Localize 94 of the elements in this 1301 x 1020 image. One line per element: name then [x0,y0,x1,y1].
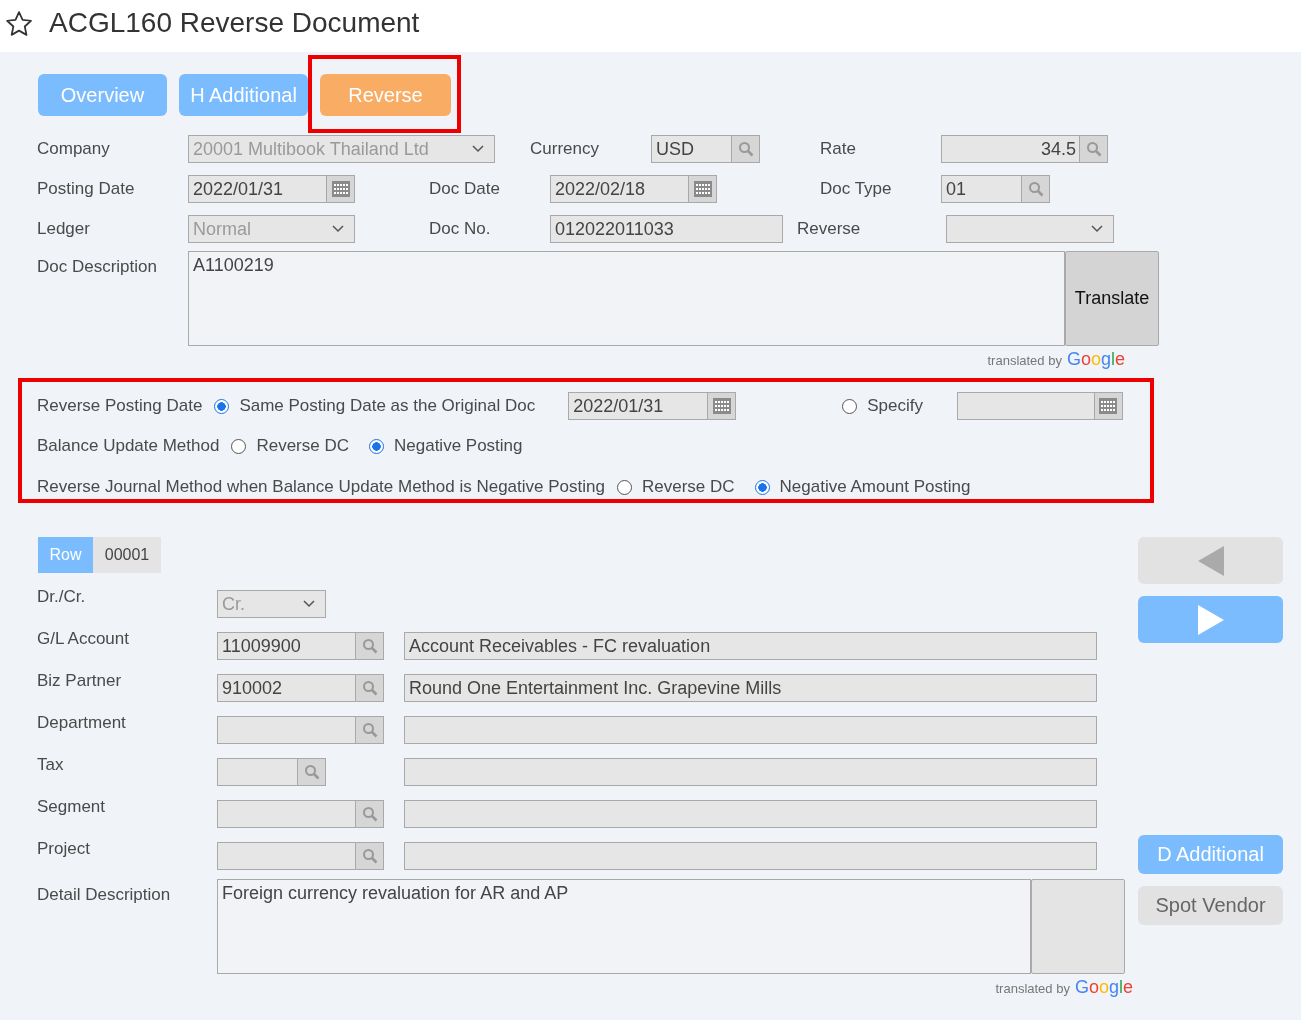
credit-text: translated by [987,353,1062,368]
search-icon [361,722,378,738]
search-icon [361,680,378,696]
chevron-icon [303,600,315,608]
field-label: Segment [37,796,107,817]
search-button[interactable] [297,759,325,785]
chevron-icon [472,145,484,153]
calendar-button[interactable] [326,176,354,202]
chevron-icon [332,225,344,233]
option-label: Reverse Journal Method when Balance Update Method is Negative Posting [37,477,605,497]
date-field[interactable]: 2022/01/31 [188,175,355,203]
calendar-button[interactable] [688,176,716,202]
row-number: 00001 [93,537,161,573]
field-label: Rate [820,139,857,159]
search-button[interactable] [355,633,383,659]
field-label: Doc Date [429,179,501,199]
search-icon [361,638,378,654]
name-field: Round One Entertainment Inc. Grapevine Mills [404,674,1097,702]
radio-label[interactable]: Reverse DC [641,477,735,497]
search-button[interactable] [355,801,383,827]
translate-button[interactable]: Translate [1065,251,1159,346]
field-label: Doc No. [429,219,492,239]
text-field[interactable]: 910002 [217,674,384,702]
search-button[interactable] [1079,136,1107,162]
credit-text: translated by [995,981,1070,996]
next-button[interactable] [1138,596,1283,643]
search-icon [361,806,378,822]
calendar-icon [712,398,731,414]
radio-button[interactable] [369,438,384,454]
text-field[interactable]: 34.5 [941,135,1108,163]
text-field[interactable]: 11009900 [217,632,384,660]
text-field[interactable]: USD [651,135,760,163]
radio-label[interactable]: Reverse DC [256,436,349,456]
description-field[interactable]: Foreign currency revaluation for AR and AP [217,879,1032,974]
right-triangle-icon [1197,604,1224,635]
text-field[interactable]: 01 [941,175,1050,203]
field-label: Project [37,838,91,859]
field-label: Tax [37,754,65,775]
google-logo: Google [1074,977,1133,998]
radio-button[interactable] [214,398,230,414]
radio-label[interactable]: Specify [867,396,923,416]
search-icon [1085,141,1102,157]
text-field[interactable]: 012022011033 [550,215,783,243]
blank-button[interactable] [1031,879,1125,974]
radio-button[interactable] [754,479,770,495]
radio-label[interactable]: Negative Posting [394,436,523,456]
text-field[interactable] [217,716,384,744]
field-label: Posting Date [37,179,136,199]
calendar-icon [331,181,350,197]
search-button[interactable] [355,675,383,701]
field-label: Department [37,712,127,733]
google-logo: Google [1066,349,1125,370]
date-field[interactable]: 2022/01/31 [568,392,737,420]
search-icon [1027,181,1044,197]
calendar-icon [693,181,712,197]
radio-label[interactable]: Same Posting Date as the Original Doc [239,396,536,416]
search-button[interactable] [1021,176,1049,202]
field-label: Doc Description [37,256,158,278]
page-title: ACGL160 Reverse Document [49,7,420,39]
radio-button[interactable] [231,438,247,454]
radio-button[interactable] [842,398,858,414]
option-label: Balance Update Method [37,436,220,456]
calendar-button[interactable] [707,393,736,419]
field-label: Currency [530,139,600,159]
calendar-icon [1099,398,1118,414]
search-button[interactable] [355,843,383,869]
search-icon [303,764,320,780]
search-icon [737,141,754,157]
field-label: Dr./Cr. [37,586,87,607]
radio-button[interactable] [616,479,632,495]
field-label: Reverse [797,219,862,239]
date-field[interactable] [956,392,1123,420]
left-triangle-icon [1197,545,1224,576]
option-label: Reverse Posting Date [37,396,203,416]
name-field: Account Receivables - FC revaluation [404,632,1097,660]
radio-label[interactable]: Negative Amount Posting [779,477,971,497]
field-label: Biz Partner [37,670,123,691]
field-label: Detail Description [37,884,172,906]
calendar-button[interactable] [1093,393,1122,419]
description-field[interactable]: A1100219 [188,251,1065,346]
search-button[interactable] [355,717,383,743]
dropdown[interactable] [946,215,1114,243]
field-label: Doc Type [820,179,893,199]
date-field[interactable]: 2022/02/18 [550,175,717,203]
field-label: G/L Account [37,628,130,649]
chevron-icon [1091,225,1103,233]
field-label: Company [37,139,111,159]
search-icon [361,848,378,864]
search-button[interactable] [731,136,759,162]
text-field[interactable] [217,758,326,786]
text-field[interactable] [217,842,384,870]
field-label: Ledger [37,219,91,239]
star-icon[interactable] [4,9,34,39]
text-field[interactable] [217,800,384,828]
